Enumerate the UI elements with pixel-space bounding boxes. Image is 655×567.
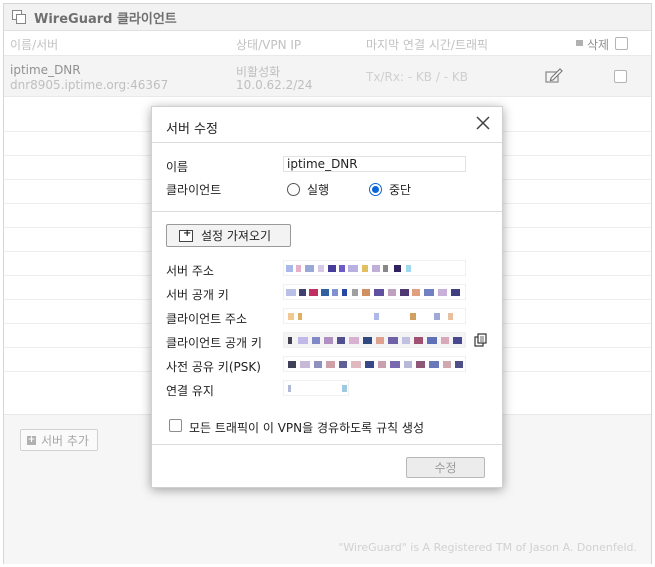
- edit-server-dialog: 서버 수정 이름 클라이언트 실행 중단 설정 가져오기 서버 주소 서버 공개…: [151, 106, 503, 488]
- radio-run-label: 실행: [307, 183, 330, 197]
- dialog-divider: [152, 211, 502, 212]
- name-input[interactable]: [283, 156, 466, 172]
- client-label: 클라이언트: [166, 183, 222, 197]
- dialog-divider: [152, 142, 502, 143]
- client-address-field[interactable]: [283, 308, 466, 324]
- server-address-field[interactable]: [283, 260, 466, 276]
- name-label: 이름: [166, 160, 189, 174]
- client-public-key-field[interactable]: [283, 332, 466, 348]
- server-address-label: 서버 주소: [166, 264, 214, 278]
- psk-field[interactable]: [283, 356, 466, 372]
- import-config-label: 설정 가져오기: [201, 229, 272, 243]
- route-all-label: 모든 트래픽이 이 VPN을 경유하도록 규칙 생성: [189, 421, 424, 435]
- radio-stop-label: 중단: [389, 183, 412, 197]
- import-icon: [179, 228, 193, 242]
- route-all-checkbox[interactable]: [169, 419, 182, 432]
- psk-label: 사전 공유 키(PSK): [166, 360, 261, 374]
- radio-run[interactable]: [287, 183, 300, 196]
- dialog-divider: [152, 444, 502, 445]
- radio-stop[interactable]: [369, 183, 382, 196]
- client-public-key-label: 클라이언트 공개 키: [166, 336, 262, 350]
- copy-icon[interactable]: [474, 333, 488, 347]
- server-public-key-field[interactable]: [283, 284, 466, 300]
- client-address-label: 클라이언트 주소: [166, 312, 248, 326]
- close-icon[interactable]: [474, 114, 492, 132]
- import-config-button[interactable]: 설정 가져오기: [166, 224, 291, 247]
- keepalive-label: 연결 유지: [166, 384, 214, 398]
- keepalive-field[interactable]: [283, 380, 349, 396]
- save-button[interactable]: 수정: [406, 457, 485, 478]
- dialog-title: 서버 수정: [166, 122, 218, 137]
- server-public-key-label: 서버 공개 키: [166, 288, 229, 302]
